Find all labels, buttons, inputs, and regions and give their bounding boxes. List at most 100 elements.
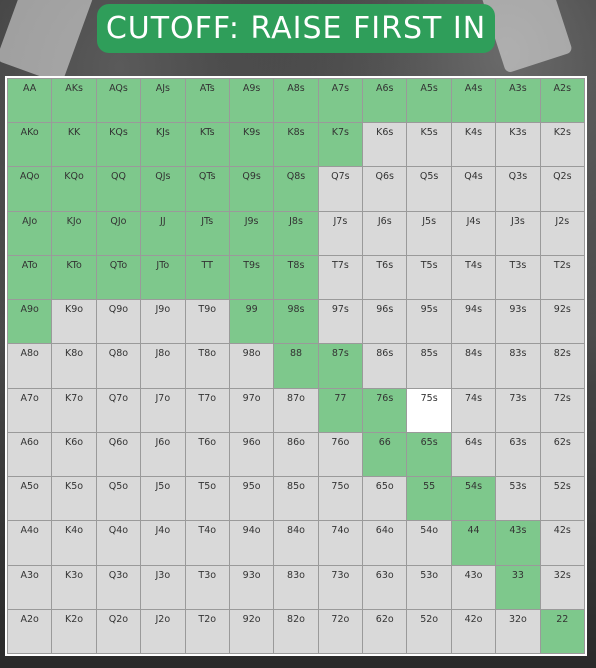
hand-cell-J7s[interactable]: J7s — [318, 211, 363, 255]
hand-cell-AA[interactable]: AA — [8, 79, 52, 123]
hand-cell-QQ[interactable]: QQ — [96, 167, 141, 211]
hand-cell-98o[interactable]: 98o — [229, 344, 274, 388]
hand-cell-AJs[interactable]: AJs — [141, 79, 185, 123]
hand-cell-QTo[interactable]: QTo — [96, 255, 141, 300]
hand-cell-96o[interactable]: 96o — [229, 432, 274, 477]
hand-cell-J4s[interactable]: J4s — [451, 211, 496, 255]
hand-cell-Q6o[interactable]: Q6o — [96, 432, 141, 477]
hand-cell-AKo[interactable]: AKo — [8, 123, 52, 167]
hand-cell-TT[interactable]: TT — [185, 255, 229, 300]
hand-cell-K6s[interactable]: K6s — [363, 123, 407, 167]
hand-cell-KTo[interactable]: KTo — [52, 255, 96, 300]
hand-cell-93o[interactable]: 93o — [229, 565, 274, 609]
hand-cell-A3s[interactable]: A3s — [496, 79, 540, 123]
hand-cell-84s[interactable]: 84s — [451, 344, 496, 388]
hand-cell-K4o[interactable]: K4o — [52, 521, 96, 565]
hand-cell-J9o[interactable]: J9o — [141, 300, 185, 344]
hand-cell-32o[interactable]: 32o — [496, 609, 540, 653]
hand-cell-KQo[interactable]: KQo — [52, 167, 96, 211]
hand-cell-72s[interactable]: 72s — [540, 388, 584, 432]
hand-cell-A9o[interactable]: A9o — [8, 300, 52, 344]
hand-cell-74s[interactable]: 74s — [451, 388, 496, 432]
hand-cell-T8o[interactable]: T8o — [185, 344, 229, 388]
hand-cell-J6o[interactable]: J6o — [141, 432, 185, 477]
hand-cell-K7o[interactable]: K7o — [52, 388, 96, 432]
hand-cell-A7s[interactable]: A7s — [318, 79, 363, 123]
hand-cell-22[interactable]: 22 — [540, 609, 584, 653]
hand-cell-85s[interactable]: 85s — [407, 344, 451, 388]
hand-cell-KK[interactable]: KK — [52, 123, 96, 167]
hand-cell-64s[interactable]: 64s — [451, 432, 496, 477]
hand-cell-94s[interactable]: 94s — [451, 300, 496, 344]
hand-cell-KJs[interactable]: KJs — [141, 123, 185, 167]
hand-cell-Q6s[interactable]: Q6s — [363, 167, 407, 211]
hand-cell-ATs[interactable]: ATs — [185, 79, 229, 123]
hand-cell-Q2s[interactable]: Q2s — [540, 167, 584, 211]
hand-cell-J9s[interactable]: J9s — [229, 211, 274, 255]
hand-cell-Q3o[interactable]: Q3o — [96, 565, 141, 609]
hand-cell-Q4o[interactable]: Q4o — [96, 521, 141, 565]
hand-cell-K3o[interactable]: K3o — [52, 565, 96, 609]
hand-cell-87o[interactable]: 87o — [274, 388, 318, 432]
hand-cell-QJo[interactable]: QJo — [96, 211, 141, 255]
hand-cell-K2o[interactable]: K2o — [52, 609, 96, 653]
hand-cell-K8o[interactable]: K8o — [52, 344, 96, 388]
hand-cell-65o[interactable]: 65o — [363, 477, 407, 521]
hand-cell-76o[interactable]: 76o — [318, 432, 363, 477]
hand-cell-K9s[interactable]: K9s — [229, 123, 274, 167]
hand-cell-Q9s[interactable]: Q9s — [229, 167, 274, 211]
hand-cell-JTo[interactable]: JTo — [141, 255, 185, 300]
hand-cell-K5s[interactable]: K5s — [407, 123, 451, 167]
hand-cell-T3o[interactable]: T3o — [185, 565, 229, 609]
hand-cell-32s[interactable]: 32s — [540, 565, 584, 609]
hand-cell-A5o[interactable]: A5o — [8, 477, 52, 521]
hand-cell-63s[interactable]: 63s — [496, 432, 540, 477]
hand-cell-92s[interactable]: 92s — [540, 300, 584, 344]
hand-cell-42o[interactable]: 42o — [451, 609, 496, 653]
hand-cell-86s[interactable]: 86s — [363, 344, 407, 388]
hand-cell-AQo[interactable]: AQo — [8, 167, 52, 211]
hand-cell-Q7o[interactable]: Q7o — [96, 388, 141, 432]
hand-cell-KQs[interactable]: KQs — [96, 123, 141, 167]
hand-cell-Q5o[interactable]: Q5o — [96, 477, 141, 521]
hand-cell-K9o[interactable]: K9o — [52, 300, 96, 344]
hand-cell-99[interactable]: 99 — [229, 300, 274, 344]
hand-cell-T9s[interactable]: T9s — [229, 255, 274, 300]
hand-cell-K5o[interactable]: K5o — [52, 477, 96, 521]
hand-cell-62s[interactable]: 62s — [540, 432, 584, 477]
hand-cell-J3s[interactable]: J3s — [496, 211, 540, 255]
hand-cell-98s[interactable]: 98s — [274, 300, 318, 344]
hand-cell-A7o[interactable]: A7o — [8, 388, 52, 432]
hand-cell-AKs[interactable]: AKs — [52, 79, 96, 123]
hand-cell-A6o[interactable]: A6o — [8, 432, 52, 477]
hand-cell-A8o[interactable]: A8o — [8, 344, 52, 388]
hand-cell-54s[interactable]: 54s — [451, 477, 496, 521]
hand-cell-JJ[interactable]: JJ — [141, 211, 185, 255]
hand-cell-44[interactable]: 44 — [451, 521, 496, 565]
hand-cell-J5o[interactable]: J5o — [141, 477, 185, 521]
hand-cell-65s[interactable]: 65s — [407, 432, 451, 477]
hand-cell-J8o[interactable]: J8o — [141, 344, 185, 388]
hand-cell-A4o[interactable]: A4o — [8, 521, 52, 565]
hand-cell-Q3s[interactable]: Q3s — [496, 167, 540, 211]
hand-cell-Q8s[interactable]: Q8s — [274, 167, 318, 211]
hand-cell-72o[interactable]: 72o — [318, 609, 363, 653]
hand-cell-95o[interactable]: 95o — [229, 477, 274, 521]
hand-cell-ATo[interactable]: ATo — [8, 255, 52, 300]
hand-cell-T5o[interactable]: T5o — [185, 477, 229, 521]
hand-cell-62o[interactable]: 62o — [363, 609, 407, 653]
hand-cell-J7o[interactable]: J7o — [141, 388, 185, 432]
hand-cell-42s[interactable]: 42s — [540, 521, 584, 565]
hand-cell-J8s[interactable]: J8s — [274, 211, 318, 255]
hand-cell-66[interactable]: 66 — [363, 432, 407, 477]
hand-cell-97o[interactable]: 97o — [229, 388, 274, 432]
hand-cell-K2s[interactable]: K2s — [540, 123, 584, 167]
hand-cell-T7o[interactable]: T7o — [185, 388, 229, 432]
hand-cell-75o[interactable]: 75o — [318, 477, 363, 521]
hand-cell-76s[interactable]: 76s — [363, 388, 407, 432]
hand-cell-T2s[interactable]: T2s — [540, 255, 584, 300]
hand-cell-43s[interactable]: 43s — [496, 521, 540, 565]
hand-cell-A3o[interactable]: A3o — [8, 565, 52, 609]
hand-cell-43o[interactable]: 43o — [451, 565, 496, 609]
hand-cell-Q5s[interactable]: Q5s — [407, 167, 451, 211]
